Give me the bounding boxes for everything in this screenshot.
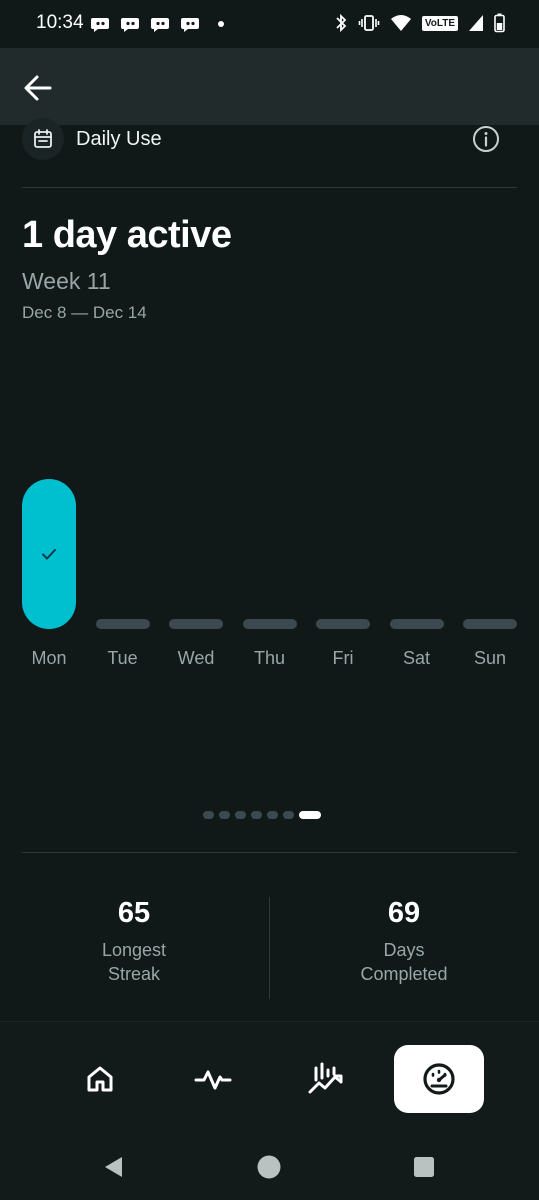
notification-icons [90, 14, 224, 34]
back-button[interactable] [18, 68, 58, 108]
day-bar-wed [169, 619, 223, 629]
day-bar-thu [242, 619, 297, 629]
system-navigation-bar [0, 1134, 539, 1200]
wifi-icon [390, 15, 411, 31]
day-column-sun[interactable]: Sun [463, 470, 517, 680]
longest-streak-label-line2: Streak [107, 964, 161, 984]
active-days-headline: 1 day active [22, 214, 232, 256]
vibrate-icon [358, 15, 380, 31]
nav-activity[interactable] [168, 1045, 258, 1113]
app-notification-icon [91, 18, 109, 32]
day-column-mon[interactable]: Mon [22, 470, 76, 680]
date-range: Dec 8 — Dec 14 [22, 303, 147, 322]
longest-streak-value: 65 [117, 897, 151, 929]
day-label-tue: Tue [107, 648, 138, 668]
pager-dot[interactable] [283, 811, 294, 819]
days-completed-stat: 69 Days Completed [304, 896, 504, 986]
day-label-sat: Sat [402, 648, 431, 668]
pager-dot[interactable] [219, 811, 230, 819]
info-icon [473, 126, 499, 152]
longest-streak-stat: 65 Longest Streak [34, 896, 234, 986]
pager-dot[interactable] [267, 811, 278, 819]
divider [22, 187, 517, 188]
square-recents-icon [414, 1157, 434, 1177]
dashboard-icon [423, 1063, 455, 1095]
pager-dot[interactable] [203, 811, 214, 819]
activity-icon [194, 1070, 232, 1090]
day-column-wed[interactable]: Wed [169, 470, 223, 680]
section-icon-badge [22, 118, 64, 160]
days-completed-value: 69 [387, 897, 421, 929]
longest-streak-label-line1: Longest [101, 940, 167, 960]
triangle-back-icon [105, 1157, 122, 1177]
day-bar-mon [22, 479, 76, 629]
app-notification-icon [181, 18, 199, 32]
day-bar-sat [389, 619, 444, 629]
day-label-fri: Fri [332, 648, 354, 668]
bluetooth-icon [336, 13, 347, 33]
days-completed-label-line2: Completed [360, 964, 448, 984]
app-header [0, 48, 539, 125]
day-column-tue[interactable]: Tue [95, 470, 150, 680]
battery-icon [494, 13, 505, 33]
home-icon [87, 1066, 113, 1092]
day-column-sat[interactable]: Sat [389, 470, 444, 680]
day-bar-sun [463, 619, 517, 629]
day-bar-fri [316, 619, 370, 629]
day-column-thu[interactable]: Thu [242, 470, 297, 680]
day-label-thu: Thu [253, 648, 286, 668]
days-completed-label: Days Completed [304, 938, 504, 986]
status-bar: 10:34 VoLTE [0, 0, 539, 48]
signal-icon [469, 15, 483, 31]
system-back-button[interactable] [101, 1154, 127, 1180]
more-notifications-dot [218, 21, 224, 27]
day-column-fri[interactable]: Fri [316, 470, 370, 680]
status-time: 10:34 [36, 12, 84, 33]
section-title: Daily Use [76, 128, 162, 150]
trends-icon [308, 1062, 343, 1094]
days-completed-label-line1: Days [383, 940, 425, 960]
weekly-activity-chart[interactable]: Mon Tue Wed Thu Fri Sat Sun [22, 470, 517, 680]
app-notification-icon [121, 18, 139, 32]
system-recents-button[interactable] [411, 1154, 437, 1180]
day-label-wed: Wed [177, 648, 215, 668]
section-header: Daily Use [22, 118, 517, 162]
check-icon [42, 549, 56, 560]
nav-home[interactable] [55, 1045, 145, 1113]
circle-home-icon [257, 1155, 281, 1179]
system-home-button[interactable] [256, 1154, 282, 1180]
stats-separator [269, 897, 270, 999]
day-label-sun: Sun [473, 648, 507, 668]
info-button[interactable] [471, 124, 501, 154]
longest-streak-label: Longest Streak [34, 938, 234, 986]
pager-dot[interactable] [251, 811, 262, 819]
pager-dot-current[interactable] [299, 811, 321, 819]
app-notification-icon [151, 18, 169, 32]
week-label: Week 11 [22, 268, 111, 294]
nav-dashboard[interactable] [394, 1045, 484, 1113]
divider [22, 852, 517, 853]
arrow-left-icon [24, 75, 52, 101]
pager-dot[interactable] [235, 811, 246, 819]
volte-icon: VoLTE [421, 15, 458, 31]
day-bar-tue [95, 619, 150, 629]
nav-trends[interactable] [281, 1045, 371, 1113]
status-indicators: VoLTE [334, 13, 505, 33]
bottom-navigation [0, 1021, 539, 1135]
calendar-icon [34, 129, 52, 148]
week-pager[interactable] [203, 811, 321, 819]
day-label-mon: Mon [31, 648, 67, 668]
